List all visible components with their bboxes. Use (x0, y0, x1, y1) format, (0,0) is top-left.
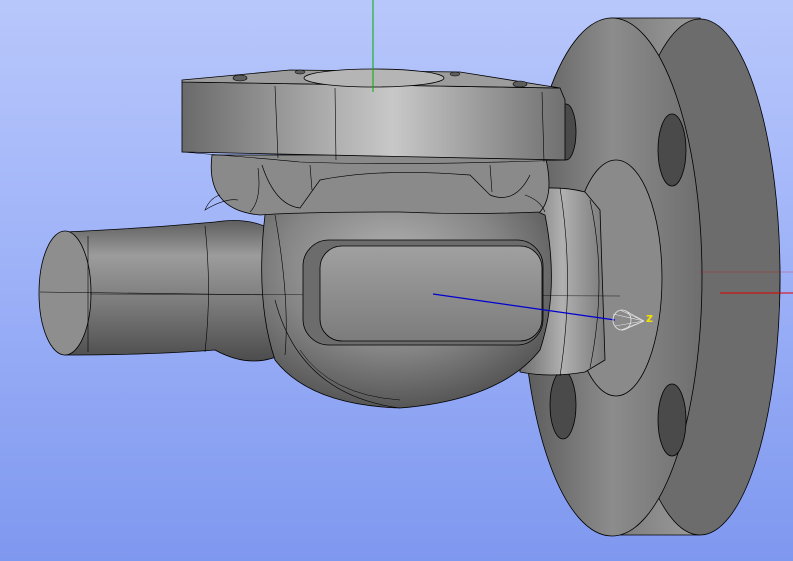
z-axis-label: z (646, 311, 653, 325)
bolt-hole (657, 113, 687, 187)
cad-scene (38, 0, 793, 537)
bolt-hole (294, 69, 306, 75)
inlet-pipe (38, 220, 291, 362)
side-boss (302, 239, 544, 346)
bolt-hole (449, 71, 461, 77)
bonnet-neck (204, 154, 550, 216)
bolt-hole (512, 80, 528, 88)
bolt-hole (232, 74, 248, 82)
bolt-hole (549, 370, 577, 440)
bolt-hole (657, 383, 687, 457)
3d-viewport[interactable]: z (0, 0, 793, 561)
